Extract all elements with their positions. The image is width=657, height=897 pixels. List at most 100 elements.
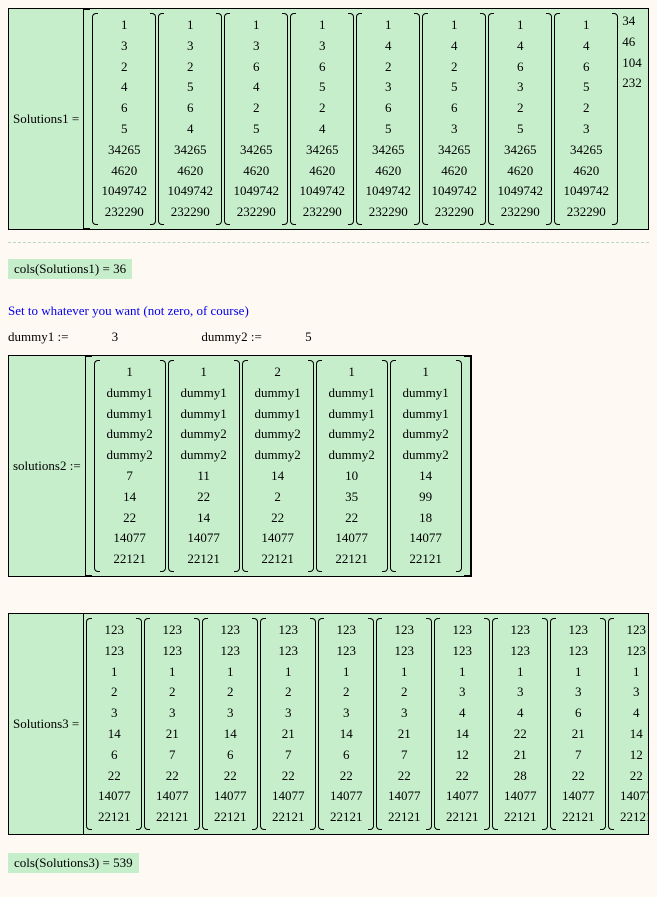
matrix-cell: 2	[94, 682, 134, 703]
matrix-cell: 4	[430, 36, 478, 57]
matrix-cell: 14	[176, 508, 232, 529]
matrix-cell: 6	[100, 98, 148, 119]
matrix-cell: 2	[210, 682, 250, 703]
matrix-cell: dummy1	[324, 383, 380, 404]
matrix-cell: 2	[250, 487, 306, 508]
matrix-cell: 232290	[166, 202, 214, 223]
matrix-cell: 2	[430, 57, 478, 78]
solutions2-label: solutions2 :=	[9, 458, 85, 474]
matrix-column: 123123123146221407722121	[318, 618, 374, 830]
matrix-cell: 3	[268, 703, 308, 724]
matrix-cell: 22121	[616, 807, 648, 828]
matrix-cell: 5	[430, 77, 478, 98]
matrix-cell: dummy2	[398, 424, 454, 445]
matrix-cell: 1049742	[298, 181, 346, 202]
matrix-cell: 10	[324, 466, 380, 487]
matrix-cell: 6	[232, 57, 280, 78]
matrix-cell: 123	[268, 641, 308, 662]
matrix-cell: 6	[210, 745, 250, 766]
matrix-cell: 22121	[250, 549, 306, 570]
matrix-cell: 123	[500, 641, 540, 662]
matrix-cell: 22121	[176, 549, 232, 570]
matrix-column: 1dummy1dummy1dummy2dummy2103522140772212…	[316, 360, 388, 572]
matrix-cell: 22121	[398, 549, 454, 570]
matrix-cell: 34265	[496, 140, 544, 161]
matrix-cell: 5	[232, 119, 280, 140]
matrix-cell: 1	[562, 15, 610, 36]
matrix-cell: 14	[326, 724, 366, 745]
matrix-cell: 12	[442, 745, 482, 766]
matrix-cell: 1049742	[562, 181, 610, 202]
matrix-column: 1231231341412221407722121	[608, 618, 648, 830]
matrix-cell: 3	[616, 682, 648, 703]
matrix-cell: 232290	[430, 202, 478, 223]
matrix-cell: 34265	[100, 140, 148, 161]
matrix-cell: 4620	[232, 161, 280, 182]
matrix-cell: 123	[326, 641, 366, 662]
matrix-cell: 34265	[232, 140, 280, 161]
matrix-cell: dummy2	[398, 445, 454, 466]
matrix-cell: 14	[102, 487, 158, 508]
matrix-cell: 14077	[616, 786, 648, 807]
matrix-cell: 123	[558, 641, 598, 662]
matrix-cell: 3	[326, 703, 366, 724]
matrix-cell: 1049742	[166, 181, 214, 202]
matrix-cell: 3	[500, 682, 540, 703]
matrix-cell: 1	[298, 15, 346, 36]
matrix-cell: dummy2	[250, 424, 306, 445]
matrix-cell: 14077	[210, 786, 250, 807]
matrix-cell: 1049742	[232, 181, 280, 202]
matrix-cell: 22	[94, 766, 134, 787]
matrix-cell: 2	[364, 57, 412, 78]
matrix-cell: 123	[384, 620, 424, 641]
matrix-cell: 123	[152, 641, 192, 662]
matrix-cell: 21	[384, 724, 424, 745]
matrix-cell: 5	[364, 119, 412, 140]
matrix-cell: 2	[326, 682, 366, 703]
matrix-cell: 1	[166, 15, 214, 36]
matrix-cell: 14077	[500, 786, 540, 807]
matrix-column: 1325643426546201049742232290	[158, 13, 222, 225]
matrix-cell: 21	[268, 724, 308, 745]
matrix-cell-partial: 46	[622, 32, 642, 53]
matrix-cell: 6	[166, 98, 214, 119]
matrix-cell: 22121	[558, 807, 598, 828]
matrix-cell: 14	[210, 724, 250, 745]
matrix-cell: 2	[152, 682, 192, 703]
matrix-cell: 1	[558, 662, 598, 683]
matrix-cell: 14077	[176, 528, 232, 549]
matrix-cell: 4620	[430, 161, 478, 182]
matrix-cell: 22	[250, 508, 306, 529]
matrix-cell: 22121	[210, 807, 250, 828]
matrix-cell: 6	[94, 745, 134, 766]
matrix-cell: 22	[616, 766, 648, 787]
matrix-cell: 1	[496, 15, 544, 36]
matrix-cell: 34265	[298, 140, 346, 161]
matrix-cell: dummy2	[102, 424, 158, 445]
matrix-cell: 4	[166, 119, 214, 140]
matrix-column: 1231231342221281407722121	[492, 618, 548, 830]
matrix-column: 1425633426546201049742232290	[422, 13, 486, 225]
matrix-cell: 1	[268, 662, 308, 683]
matrix-cell: dummy1	[250, 404, 306, 425]
matrix-cell: 232290	[562, 202, 610, 223]
matrix-cell: 1	[326, 662, 366, 683]
matrix-cell: 14077	[558, 786, 598, 807]
matrix-cell: 3	[298, 36, 346, 57]
matrix-cell: 1049742	[364, 181, 412, 202]
matrix-cell: 2	[496, 98, 544, 119]
matrix-cell: 3	[430, 119, 478, 140]
matrix-cell: 232290	[496, 202, 544, 223]
matrix-cell: 7	[102, 466, 158, 487]
separator	[8, 242, 649, 243]
matrix-cell: 1049742	[100, 181, 148, 202]
matrix-cell: 4	[496, 36, 544, 57]
matrix-cell: dummy2	[176, 445, 232, 466]
matrix-cell: 22	[558, 766, 598, 787]
matrix-cell: 1	[210, 662, 250, 683]
matrix-cell: 5	[496, 119, 544, 140]
matrix-cell: 7	[152, 745, 192, 766]
matrix-cell: 4	[616, 703, 648, 724]
matrix-cell: 5	[166, 77, 214, 98]
bracket	[83, 9, 90, 229]
